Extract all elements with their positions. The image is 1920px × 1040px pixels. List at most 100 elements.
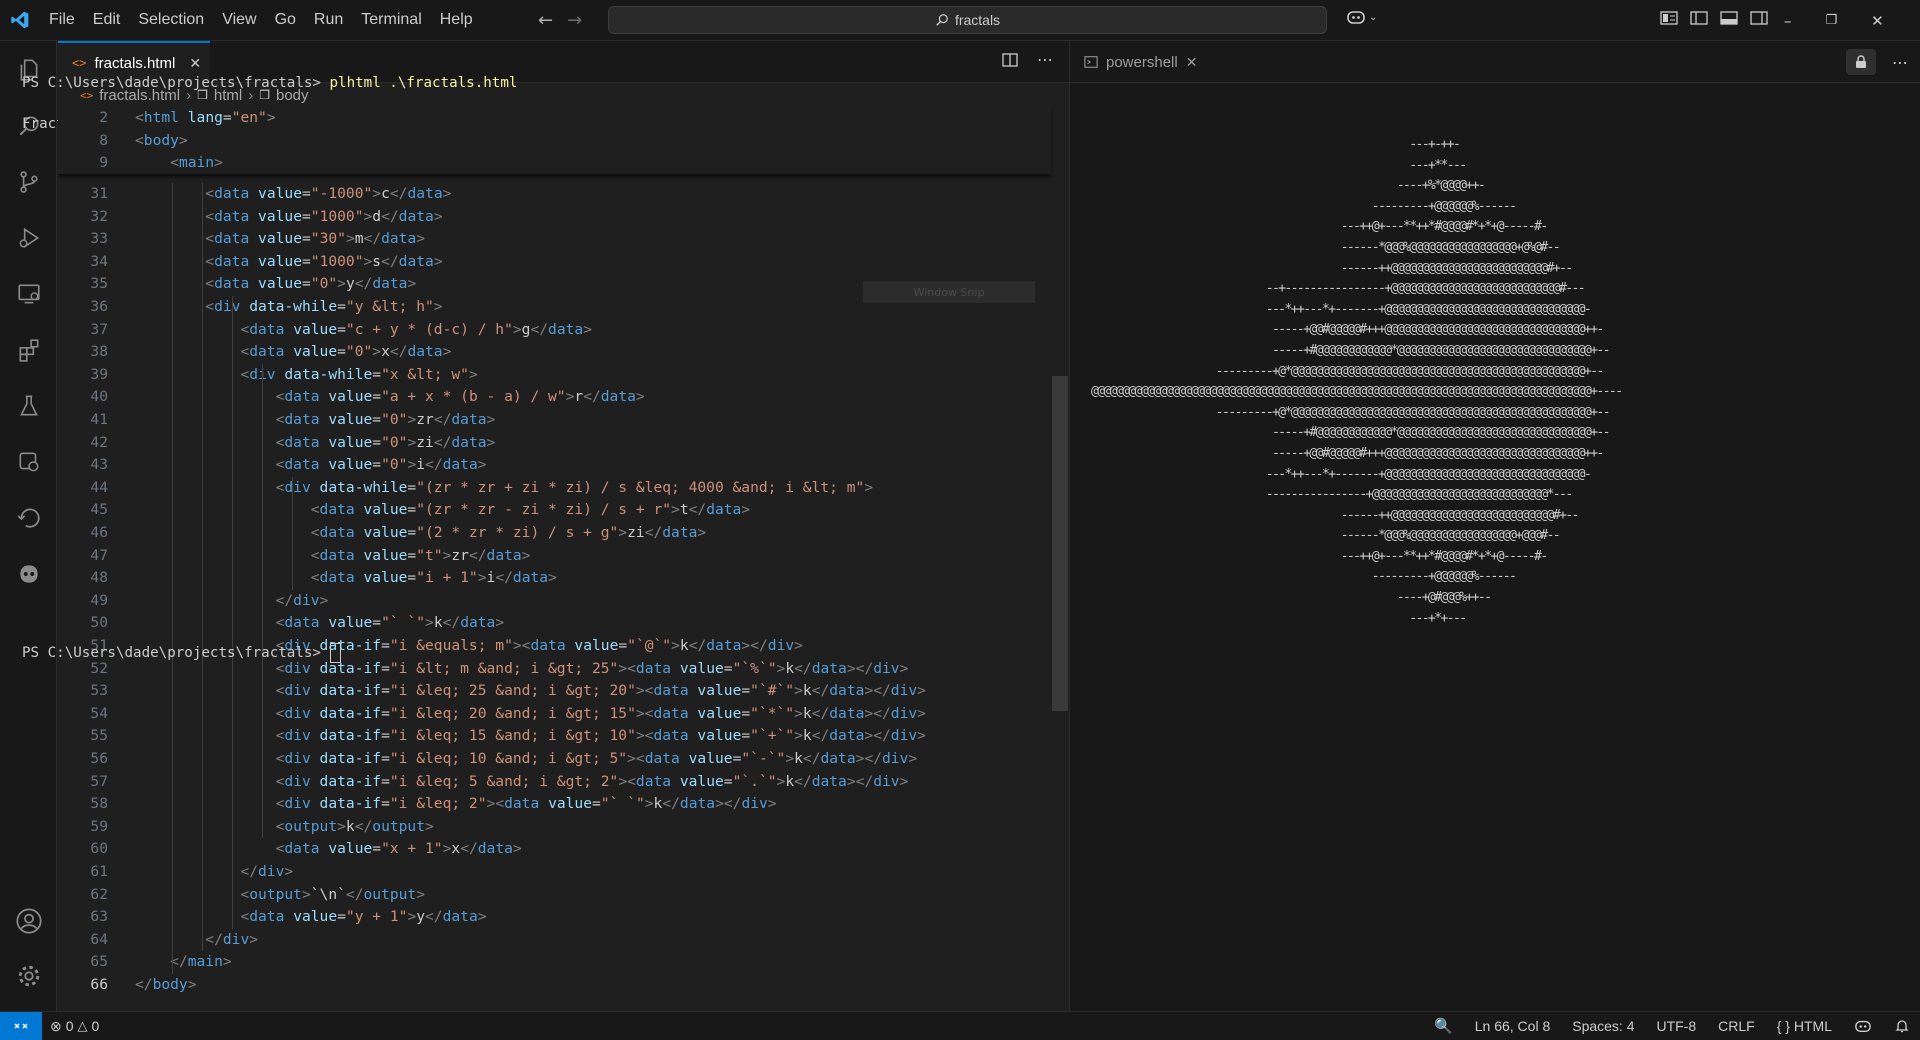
more-actions-icon[interactable]: ⋯	[1892, 53, 1908, 72]
terminal-prompt: PS C:\Users\dade\projects\fractals>	[22, 74, 330, 91]
code-line[interactable]: 32 <data value="1000">d</data>	[58, 206, 1048, 229]
line-number: 37	[90, 320, 108, 338]
code-line[interactable]: 50 <data value="` `">k</data>	[58, 612, 1048, 635]
sticky-scroll[interactable]: 2 <html lang="en"> 8 <body> 9 <main>	[58, 106, 1051, 174]
art-row: ---+-++-	[1091, 137, 1461, 152]
settings-gear-icon[interactable]	[14, 961, 44, 991]
code-line[interactable]: 45 <data value="(zr * zr - zi * zi) / s …	[58, 499, 1048, 522]
terminal-tab-label: powershell	[1106, 53, 1178, 71]
customize-layout-icon[interactable]	[1660, 10, 1678, 26]
remote-explorer-icon[interactable]	[14, 279, 44, 309]
accounts-icon[interactable]	[14, 906, 44, 936]
code-line[interactable]: 46 <data value="(2 * zr * zi) / s + g">z…	[58, 522, 1048, 545]
cursor-position[interactable]: Ln 66, Col 8	[1475, 1018, 1551, 1034]
copilot-button[interactable]: ⌄	[1346, 8, 1377, 26]
timeline-history-icon[interactable]	[14, 503, 44, 533]
code-line[interactable]: 63 <data value="y + 1">y</data>	[58, 906, 1048, 929]
toggle-secondary-sidebar-icon[interactable]	[1750, 10, 1768, 26]
code-line[interactable]: 2 <html lang="en">	[58, 107, 1048, 130]
toggle-panel-icon[interactable]	[1720, 10, 1738, 26]
remote-indicator[interactable]	[0, 1012, 42, 1040]
extensions-icon[interactable]	[14, 335, 44, 365]
testing-flask-icon[interactable]	[14, 391, 44, 421]
code-line[interactable]: 37 <data value="c + y * (d-c) / h">g</da…	[58, 319, 1048, 342]
indent-guide	[262, 363, 263, 839]
line-number: 2	[99, 109, 108, 126]
code-line[interactable]: 60 <data value="x + 1">x</data>	[58, 838, 1048, 861]
containers-icon[interactable]	[14, 447, 44, 477]
restore-icon[interactable]: ❐	[1826, 13, 1838, 28]
code-line[interactable]: 42 <data value="0">zi</data>	[58, 432, 1048, 455]
notifications-bell-icon[interactable]	[1894, 1018, 1910, 1034]
forward-arrow-icon[interactable]: →	[567, 10, 582, 31]
terminal-cursor	[329, 643, 341, 663]
toggle-primary-sidebar-icon[interactable]	[1690, 10, 1708, 26]
command-center-search[interactable]: fractals	[608, 6, 1327, 34]
art-row: ----+@#@@@%++--	[1091, 590, 1492, 606]
code-line[interactable]: 61 </div>	[58, 861, 1048, 884]
end-of-line[interactable]: CRLF	[1718, 1018, 1755, 1034]
code-line[interactable]: 56 <div data-if="i &leq; 10 &and; i &gt;…	[58, 748, 1048, 771]
zoom-icon[interactable]: 🔍	[1434, 1017, 1453, 1035]
split-editor-icon[interactable]	[1001, 51, 1019, 69]
menu-selection[interactable]: Selection	[129, 11, 213, 29]
code-line[interactable]: 40 <data value="a + x * (b - a) / w">r</…	[58, 386, 1048, 409]
code-line[interactable]: 59 <output>k</output>	[58, 816, 1048, 839]
code-line[interactable]: 57 <div data-if="i &leq; 5 &and; i &gt; …	[58, 771, 1048, 794]
line-number: 55	[90, 727, 108, 745]
line-number: 8	[99, 131, 108, 149]
more-actions-icon[interactable]: ⋯	[1037, 51, 1053, 69]
close-window-icon[interactable]: ✕	[1871, 12, 1884, 30]
indentation[interactable]: Spaces: 4	[1572, 1018, 1634, 1034]
tab-powershell[interactable]: powershell ✕	[1070, 41, 1212, 83]
lock-scroll-button[interactable]	[1846, 49, 1876, 75]
menu-file[interactable]: File	[40, 11, 84, 29]
code-line[interactable]: 47 <data value="t">zr</data>	[58, 545, 1048, 568]
source-control-icon[interactable]	[14, 167, 44, 197]
run-debug-icon[interactable]	[14, 223, 44, 253]
copilot-chat-icon[interactable]	[14, 559, 44, 589]
line-number: 47	[90, 546, 108, 564]
code-line[interactable]: 66 </body>	[58, 974, 1048, 997]
menu-terminal[interactable]: Terminal	[352, 11, 430, 29]
code-line[interactable]: 41 <data value="0">zr</data>	[58, 409, 1048, 432]
code-line[interactable]: 54 <div data-if="i &leq; 20 &and; i &gt;…	[58, 703, 1048, 726]
code-line[interactable]: 8 <body>	[58, 130, 1048, 153]
code-line[interactable]: 38 <data value="0">x</data>	[58, 341, 1048, 364]
code-line[interactable]: 31 <data value="-1000">c</data>	[58, 183, 1048, 206]
code-line[interactable]: 55 <div data-if="i &leq; 15 &and; i &gt;…	[58, 725, 1048, 748]
code-line[interactable]: 49 </div>	[58, 590, 1048, 613]
code-line[interactable]: 64 </div>	[58, 929, 1048, 952]
menu-run[interactable]: Run	[305, 11, 352, 29]
terminal-prompt-line[interactable]: PS C:\Users\dade\projects\fractals>	[22, 643, 341, 664]
copilot-icon[interactable]	[1854, 1018, 1872, 1034]
code-line[interactable]: 44 <div data-while="(zr * zr + zi * zi) …	[58, 477, 1048, 500]
language-mode[interactable]: { } HTML	[1777, 1018, 1832, 1034]
code-line[interactable]: 43 <data value="0">i</data>	[58, 454, 1048, 477]
code-line[interactable]: 33 <data value="30">m</data>	[58, 228, 1048, 251]
code-line[interactable]: 9 <main>	[58, 152, 1048, 175]
line-number: 61	[90, 863, 108, 880]
editor-scrollbar-thumb[interactable]	[1052, 376, 1068, 711]
code-line[interactable]: 48 <data value="i + 1">i</data>	[58, 567, 1048, 590]
minimize-icon[interactable]: –	[1784, 12, 1792, 30]
code-line[interactable]: 58 <div data-if="i &leq; 2"><data value=…	[58, 793, 1048, 816]
menu-help[interactable]: Help	[431, 11, 482, 29]
back-arrow-icon[interactable]: ←	[538, 10, 553, 31]
code-editor[interactable]: 2 <html lang="en"> 8 <body> 9 <main> 31 <dat…	[58, 106, 1058, 1011]
menu-go[interactable]: Go	[266, 11, 305, 29]
lock-icon	[1856, 55, 1866, 68]
menu-view[interactable]: View	[213, 11, 265, 29]
art-row: ---------+@*@@@@@@@@@@@@@@@@@@@@@@@@@@@@…	[1091, 363, 1605, 379]
close-tab-icon[interactable]: ✕	[1186, 54, 1198, 71]
menu-edit[interactable]: Edit	[84, 11, 130, 29]
code-line[interactable]: 53 <div data-if="i &leq; 25 &and; i &gt;…	[58, 680, 1048, 703]
line-number: 65	[90, 953, 108, 971]
problems-indicator[interactable]: ⊗ 0 △ 0	[50, 1012, 99, 1040]
line-number: 42	[90, 433, 108, 451]
encoding[interactable]: UTF-8	[1657, 1018, 1697, 1034]
code-line[interactable]: 34 <data value="1000">s</data>	[58, 251, 1048, 274]
code-line[interactable]: 65 </main>	[58, 951, 1048, 974]
code-line[interactable]: 39 <div data-while="x &lt; w">	[58, 364, 1048, 387]
code-line[interactable]: 62 <output>`\n`</output>	[58, 884, 1048, 907]
